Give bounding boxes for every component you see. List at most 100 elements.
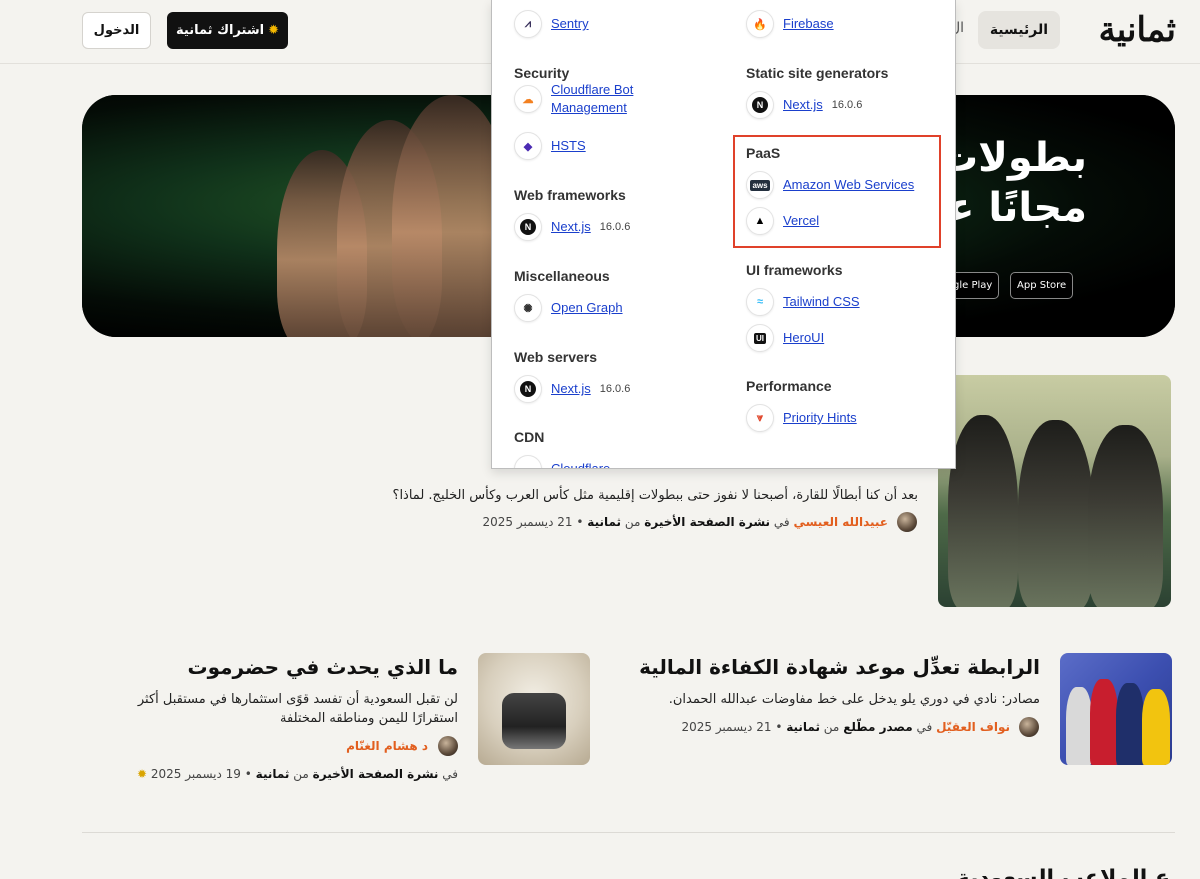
technology-link[interactable]: Sentry [551,15,589,33]
technology-item[interactable]: ≈ Tailwind CSS [746,286,860,318]
priority-hints-icon: ⩔ [746,404,774,432]
meta-from: من [624,515,641,529]
photo-figure [948,415,1018,607]
meta-in: في [916,720,933,734]
technology-item[interactable]: ▲ Vercel [746,205,819,237]
category-heading: CDN [514,429,545,445]
sun-icon: ✹ [137,767,148,781]
author-link[interactable]: نواف العقيّل [936,720,1010,734]
section-title: ع الملاعب السعودية [956,866,1170,879]
technology-dropdown: ⩘ Sentry Security ☁ Cloudflare Bot Managemen… [491,0,956,469]
tailwind-icon: ≈ [746,288,774,316]
technology-link[interactable]: HeroUI [783,329,824,347]
technology-item[interactable]: aws Amazon Web Services [746,169,914,201]
technology-link[interactable]: Amazon Web Services [783,176,914,194]
nextjs-icon: N [746,91,774,119]
cloudflare-icon: ☁ [514,455,542,468]
firebase-icon: 🔥 [746,10,774,38]
technology-item[interactable]: ✺ Open Graph [514,292,623,324]
article-description: مصادر: نادي في دوري يلو يدخل على خط مفاو… [668,692,1040,707]
author-link[interactable]: د هشام الغنّام [346,739,428,753]
technology-item[interactable]: ☁ Cloudflare Bot Management [514,81,671,117]
article-image[interactable] [1060,653,1172,765]
article-description: لن تقبل السعودية أن تفسد قوًى استثمارها … [137,692,458,726]
hsts-icon: ◆ [514,132,542,160]
technology-link[interactable]: Firebase [783,15,834,33]
article-meta: عبيدالله العيسي في نشرة الصفحة الأخيرة م… [483,515,888,529]
nextjs-icon: N [514,213,542,241]
technology-link[interactable]: Cloudflare [551,460,610,468]
technology-link[interactable]: Next.js [783,96,823,114]
brand-link[interactable]: ثمانية [786,720,820,734]
nextjs-icon: N [514,375,542,403]
photo-object [502,693,566,749]
photo-figure [1066,687,1092,765]
technology-item[interactable]: ◆ HSTS [514,130,586,162]
sentry-icon: ⩘ [514,10,542,38]
technology-item[interactable]: ⩔ Priority Hints [746,402,857,434]
meta-from: من [293,767,309,781]
brand-link[interactable]: ثمانية [256,767,290,781]
publication-link[interactable]: مصدر مطّلع [843,720,913,734]
vercel-icon: ▲ [746,207,774,235]
nav-home-link[interactable]: الرئيسية [977,11,1060,49]
meta-separator: • [576,515,584,529]
meta-separator: • [775,720,783,734]
article-title[interactable]: ما الذي يحدث في حضرموت [98,655,458,679]
technology-link[interactable]: Cloudflare Bot Management [551,81,671,117]
site-logo[interactable]: ثمانية [1099,8,1176,52]
article-date: 19 ديسمبر 2025 [150,767,241,781]
meta-separator: • [244,767,252,781]
brand-link[interactable]: ثمانية [587,515,621,529]
article-meta: في نشرة الصفحة الأخيرة من ثمانية • 19 دي… [137,767,458,781]
category-heading: Web frameworks [514,187,626,203]
technology-item[interactable]: N Next.js 16.0.6 [514,211,630,243]
category-heading: Web servers [514,349,598,365]
technology-item[interactable]: ⩘ Sentry [514,8,589,40]
technology-item[interactable]: N Next.js 16.0.6 [746,89,862,121]
technology-version: 16.0.6 [599,221,631,233]
article-date: 21 ديسمبر 2025 [681,720,772,734]
technology-item[interactable]: ☁ Cloudflare [514,453,610,468]
technology-link[interactable]: Open Graph [551,299,623,317]
article-title[interactable]: الرابطة تعدِّل موعد شهادة الكفاءة المالي… [620,655,1040,679]
photo-figure [1088,425,1163,607]
technology-link[interactable]: HSTS [551,137,586,155]
subscribe-label: اشتراك ثمانية [176,23,265,38]
meta-in: في [773,515,790,529]
technology-link[interactable]: Tailwind CSS [783,293,860,311]
sun-icon: ✹ [268,23,279,38]
category-heading: Miscellaneous [514,268,610,284]
technology-link[interactable]: Vercel [783,212,819,230]
technology-link[interactable]: Next.js [551,218,591,236]
section-divider [82,832,1175,833]
meta-in: في [442,767,458,781]
author-avatar [1019,717,1039,737]
photo-figure [1142,689,1170,765]
technology-item[interactable]: N Next.js 16.0.6 [514,373,630,405]
technology-link[interactable]: Priority Hints [783,409,857,427]
publication-link[interactable]: نشرة الصفحة الأخيرة [644,515,770,529]
app-store-label: App Store [1017,280,1067,291]
category-heading: Performance [746,378,832,394]
author-link[interactable]: عبيدالله العيسي [793,515,888,529]
technology-version: 16.0.6 [831,99,863,111]
login-button[interactable]: الدخول [82,12,151,49]
article-description: بعد أن كنا أبطالًا للقارة، أصبحنا لا نفو… [392,488,918,503]
technology-item[interactable]: UI HeroUI [746,322,824,354]
subscribe-button[interactable]: ✹اشتراك ثمانية [167,12,288,49]
category-heading: UI frameworks [746,262,843,278]
article-image[interactable] [938,375,1171,607]
technology-link[interactable]: Next.js [551,380,591,398]
heroui-icon: UI [746,324,774,352]
meta-from: من [823,720,840,734]
photo-figure [1090,679,1118,765]
author-avatar [438,736,458,756]
photo-figure [1116,683,1144,765]
article-author: د هشام الغنّام [346,739,428,753]
technology-item[interactable]: 🔥 Firebase [746,8,834,40]
app-store-badge[interactable]: App Store [1010,272,1074,299]
photo-figure [1018,420,1093,607]
article-image[interactable] [478,653,590,765]
publication-link[interactable]: نشرة الصفحة الأخيرة [313,767,439,781]
